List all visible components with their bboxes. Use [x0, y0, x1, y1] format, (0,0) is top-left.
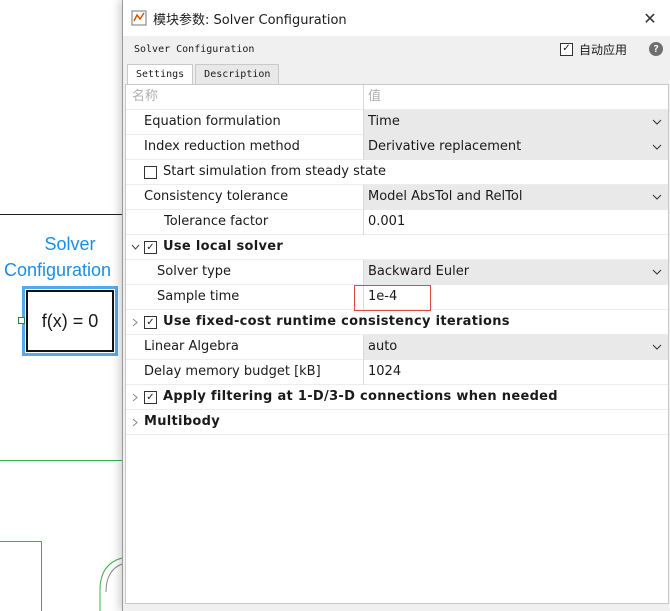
param-label: Sample time	[157, 289, 240, 304]
index-reduction-dropdown[interactable]: Derivative replacement	[363, 135, 668, 160]
solver-type-dropdown[interactable]: Backward Euler	[363, 260, 668, 285]
block-equation: f(x) = 0	[41, 310, 99, 331]
block-title-line1: Solver	[44, 234, 96, 254]
block-inner: f(x) = 0	[26, 290, 114, 352]
input-value: 1024	[368, 364, 402, 379]
param-row-sample-time: Sample time 1e-4	[126, 285, 668, 311]
section-fixed-cost[interactable]: ✓ Use fixed-cost runtime consistency ite…	[126, 310, 668, 335]
section-label: Use fixed-cost runtime consistency itera…	[163, 314, 510, 329]
param-row-linear-algebra: Linear Algebra auto	[126, 335, 668, 360]
dropdown-value: auto	[368, 339, 398, 354]
column-header-row: 名称 值	[126, 85, 668, 110]
linear-algebra-dropdown[interactable]: auto	[363, 335, 668, 360]
equation-formulation-dropdown[interactable]: Time	[363, 110, 668, 135]
connection-port[interactable]	[18, 317, 25, 324]
param-row-index-reduction: Index reduction method Derivative replac…	[126, 135, 668, 160]
tolerance-factor-input[interactable]: 0.001	[363, 210, 668, 235]
chevron-right-icon[interactable]	[130, 410, 140, 434]
chevron-right-icon[interactable]	[130, 310, 140, 334]
param-label: Equation formulation	[144, 114, 281, 129]
column-header-name: 名称	[132, 89, 159, 104]
solver-configuration-block[interactable]: f(x) = 0	[22, 286, 118, 356]
fixed-cost-checkbox[interactable]: ✓	[144, 316, 157, 329]
chevron-down-icon	[650, 335, 664, 359]
settings-panel: 名称 值 Equation formulation Time Index red…	[125, 84, 669, 604]
consistency-tolerance-dropdown[interactable]: Model AbsTol and RelTol	[363, 185, 668, 210]
dialog-header: Solver Configuration ✓ 自动应用 ?	[123, 36, 670, 62]
canvas-line	[0, 214, 122, 215]
auto-apply-toggle[interactable]: ✓ 自动应用	[559, 41, 627, 58]
param-label: Index reduction method	[144, 139, 300, 154]
delay-memory-input[interactable]: 1024	[363, 360, 668, 385]
section-multibody[interactable]: Multibody	[126, 410, 668, 435]
block-name: Solver Configuration	[134, 43, 255, 55]
param-label: Consistency tolerance	[144, 189, 289, 204]
close-button[interactable]: ✕	[630, 9, 670, 28]
section-label: Use local solver	[163, 239, 284, 254]
column-header-value: 值	[363, 85, 668, 110]
dropdown-value: Time	[368, 114, 400, 129]
signal-line	[41, 541, 42, 611]
auto-apply-checkbox[interactable]: ✓	[559, 42, 573, 56]
simulink-app-icon	[131, 10, 147, 26]
chevron-down-icon	[650, 110, 664, 134]
chevron-right-icon[interactable]	[130, 385, 140, 409]
section-apply-filtering[interactable]: ✓ Apply filtering at 1-D/3-D connections…	[126, 385, 668, 410]
use-local-solver-checkbox[interactable]: ✓	[144, 241, 157, 254]
dropdown-value: Model AbsTol and RelTol	[368, 189, 523, 204]
model-canvas[interactable]: Solver Configuration f(x) = 0	[0, 0, 123, 611]
param-label: Start simulation from steady state	[163, 164, 387, 179]
help-icon[interactable]: ?	[649, 42, 663, 56]
param-label: Tolerance factor	[164, 214, 269, 229]
start-steady-state-checkbox[interactable]	[144, 166, 157, 179]
section-use-local-solver[interactable]: ✓ Use local solver	[126, 235, 668, 260]
param-row-consistency-tolerance: Consistency tolerance Model AbsTol and R…	[126, 185, 668, 210]
param-row-start-steady-state: Start simulation from steady state	[126, 160, 668, 185]
component-outline	[99, 557, 123, 611]
param-label: Solver type	[157, 264, 232, 279]
tab-settings[interactable]: Settings	[127, 64, 194, 85]
chevron-down-icon	[650, 135, 664, 159]
dropdown-value: Derivative replacement	[368, 139, 522, 154]
block-title: Solver	[0, 231, 140, 257]
param-row-equation-formulation: Equation formulation Time	[126, 110, 668, 135]
chevron-down-icon	[650, 260, 664, 284]
dropdown-value: Backward Euler	[368, 264, 470, 279]
block-parameters-dialog: 模块参数: Solver Configuration ✕ Solver Conf…	[122, 0, 670, 611]
chevron-down-icon	[650, 185, 664, 209]
param-label: Delay memory budget [kB]	[144, 364, 321, 379]
param-row-delay-memory: Delay memory budget [kB] 1024	[126, 360, 668, 385]
highlight-box	[354, 285, 431, 311]
chevron-down-icon[interactable]	[130, 235, 140, 259]
dialog-title: 模块参数: Solver Configuration	[153, 12, 347, 28]
section-label: Apply filtering at 1-D/3-D connections w…	[163, 389, 558, 404]
tab-description[interactable]: Description	[195, 64, 280, 84]
param-label: Linear Algebra	[144, 339, 239, 354]
param-row-tolerance-factor: Tolerance factor 0.001	[126, 210, 668, 235]
param-row-solver-type: Solver type Backward Euler	[126, 260, 668, 285]
auto-apply-label: 自动应用	[578, 42, 627, 57]
section-label: Multibody	[144, 414, 221, 429]
signal-line	[0, 541, 42, 542]
apply-filtering-checkbox[interactable]: ✓	[144, 391, 157, 404]
tab-bar: Settings Description	[127, 64, 281, 85]
signal-line	[0, 460, 122, 461]
title-bar[interactable]: 模块参数: Solver Configuration ✕	[123, 0, 670, 36]
input-value: 0.001	[368, 214, 406, 229]
